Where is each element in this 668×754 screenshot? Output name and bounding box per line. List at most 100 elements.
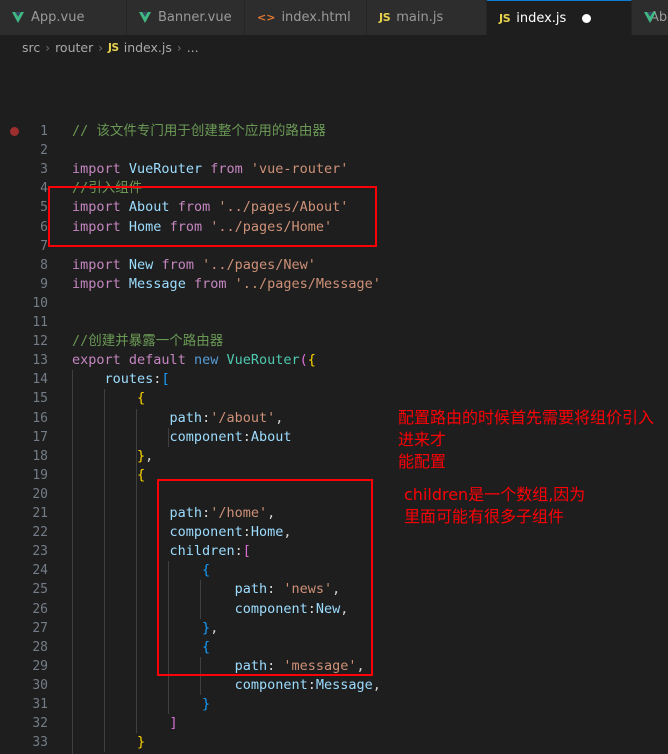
code-token: {	[137, 466, 146, 483]
code-token: import	[72, 256, 121, 273]
code-token: VueRouter	[226, 352, 300, 369]
vscode-editor-window: App.vue Banner.vue <> index.html JS main.js JS…	[0, 0, 668, 754]
code-token: from	[210, 161, 243, 178]
code-token: component	[234, 676, 308, 693]
code-token: }	[202, 696, 211, 712]
code-line[interactable]: ]	[72, 714, 178, 733]
tab-index-html[interactable]: <> index.html	[245, 0, 367, 35]
vue-icon	[12, 12, 25, 23]
code-token: :	[307, 676, 316, 693]
indent-guide	[72, 370, 73, 754]
imports-highlight-box	[48, 186, 377, 247]
note-config-route: 配置路由的时候首先需要将组价引入进来才 能配置	[398, 408, 655, 471]
code-line[interactable]: },	[72, 447, 153, 466]
code-editor[interactable]: 1 2 3 4 5 6 7 8 9 10 11 12 13 14 15 16 17 18 19 20 21 22 23 24 2…	[0, 59, 668, 754]
code-token: (	[299, 352, 308, 369]
code-line[interactable]: export default new VueRouter({	[72, 351, 316, 370]
breadcrumb[interactable]: src › router › JS index.js ›...	[0, 36, 668, 59]
js-icon: JS	[379, 11, 391, 24]
code-line[interactable]: import VueRouter from 'vue-router'	[72, 160, 348, 179]
breadcrumb-item-label: index.js	[123, 40, 172, 55]
code-line[interactable]: {	[72, 389, 145, 408]
tab-label: index.js	[516, 10, 567, 26]
code-token: }	[137, 447, 146, 464]
tab-label: Banner.vue	[158, 10, 232, 25]
code-token: {	[307, 352, 316, 369]
code-token: Message	[315, 676, 373, 693]
code-token: Message	[128, 275, 186, 292]
code-token: ,	[275, 409, 284, 426]
breadcrumb-item-router[interactable]: router	[55, 40, 93, 55]
breadcrumb-item--[interactable]: ...	[187, 40, 199, 55]
breadcrumb-item-src[interactable]: src	[22, 40, 40, 55]
code-line[interactable]: import New from '../pages/New'	[72, 256, 316, 275]
indent-guide	[136, 408, 138, 734]
code-token: 'vue-router'	[250, 161, 349, 178]
breadcrumb-item-index-js[interactable]: JS index.js	[108, 40, 172, 55]
code-line[interactable]: // 该文件专门用于创建整个应用的路由器	[72, 122, 326, 141]
code-token: path	[169, 409, 203, 426]
code-token: import	[72, 161, 121, 178]
js-icon: JS	[108, 41, 119, 54]
children-highlight-box	[157, 479, 373, 676]
code-token: New	[128, 256, 154, 273]
tab-label: index.html	[281, 10, 351, 25]
code-line[interactable]: }	[72, 695, 210, 714]
tab-label: main.js	[396, 10, 444, 25]
breadcrumb-separator-icon: ›	[45, 40, 51, 55]
code-token: //创建并暴露一个路由器	[72, 333, 224, 350]
code-token: default	[128, 352, 186, 369]
vue-icon	[139, 12, 152, 23]
code-token: '/about'	[210, 409, 276, 426]
code-line[interactable]: }	[72, 733, 145, 752]
code-token: '../pages/New'	[202, 256, 316, 273]
unsaved-indicator-icon[interactable]	[582, 13, 592, 23]
indent-guide	[104, 389, 106, 753]
code-token: ,	[145, 447, 154, 464]
code-line[interactable]: //创建并暴露一个路由器	[72, 332, 223, 351]
code-token: // 该文件专门用于创建整个应用的路由器	[72, 123, 326, 139]
code-token: component	[169, 428, 243, 445]
code-token: VueRouter	[128, 161, 203, 178]
code-line[interactable]: {	[72, 466, 145, 485]
code-line[interactable]: component:Message,	[72, 676, 381, 695]
breadcrumb-separator-icon: ›	[176, 40, 182, 55]
tab-abou[interactable]: Abou	[632, 0, 668, 35]
tab-label: App.vue	[31, 10, 85, 25]
code-token: [	[161, 371, 170, 388]
code-line[interactable]: import Message from '../pages/Message'	[72, 275, 381, 294]
code-token: '../pages/Message'	[234, 275, 381, 292]
code-token: :	[202, 409, 211, 426]
note-children-array: children是一个数组,因为 里面可能有很多子组件	[404, 485, 586, 526]
code-token: {	[137, 390, 146, 407]
tab-app-vue[interactable]: App.vue	[0, 0, 127, 35]
code-token: :	[242, 428, 251, 445]
code-token: new	[193, 352, 219, 369]
tab-index-js[interactable]: JS index.js	[487, 0, 632, 35]
tab-banner-vue[interactable]: Banner.vue	[127, 0, 245, 35]
tab-main-js[interactable]: JS main.js	[367, 0, 487, 35]
editor-tab-bar[interactable]: App.vue Banner.vue <> index.html JS main.js JS…	[0, 0, 668, 36]
code-token: from	[193, 275, 227, 292]
code-line[interactable]: routes:[	[72, 370, 170, 389]
js-icon: JS	[499, 11, 511, 25]
breadcrumb-separator-icon: ›	[98, 40, 104, 55]
code-token: }	[137, 734, 146, 751]
code-token: ,	[372, 676, 381, 693]
code-token: About	[250, 428, 292, 445]
